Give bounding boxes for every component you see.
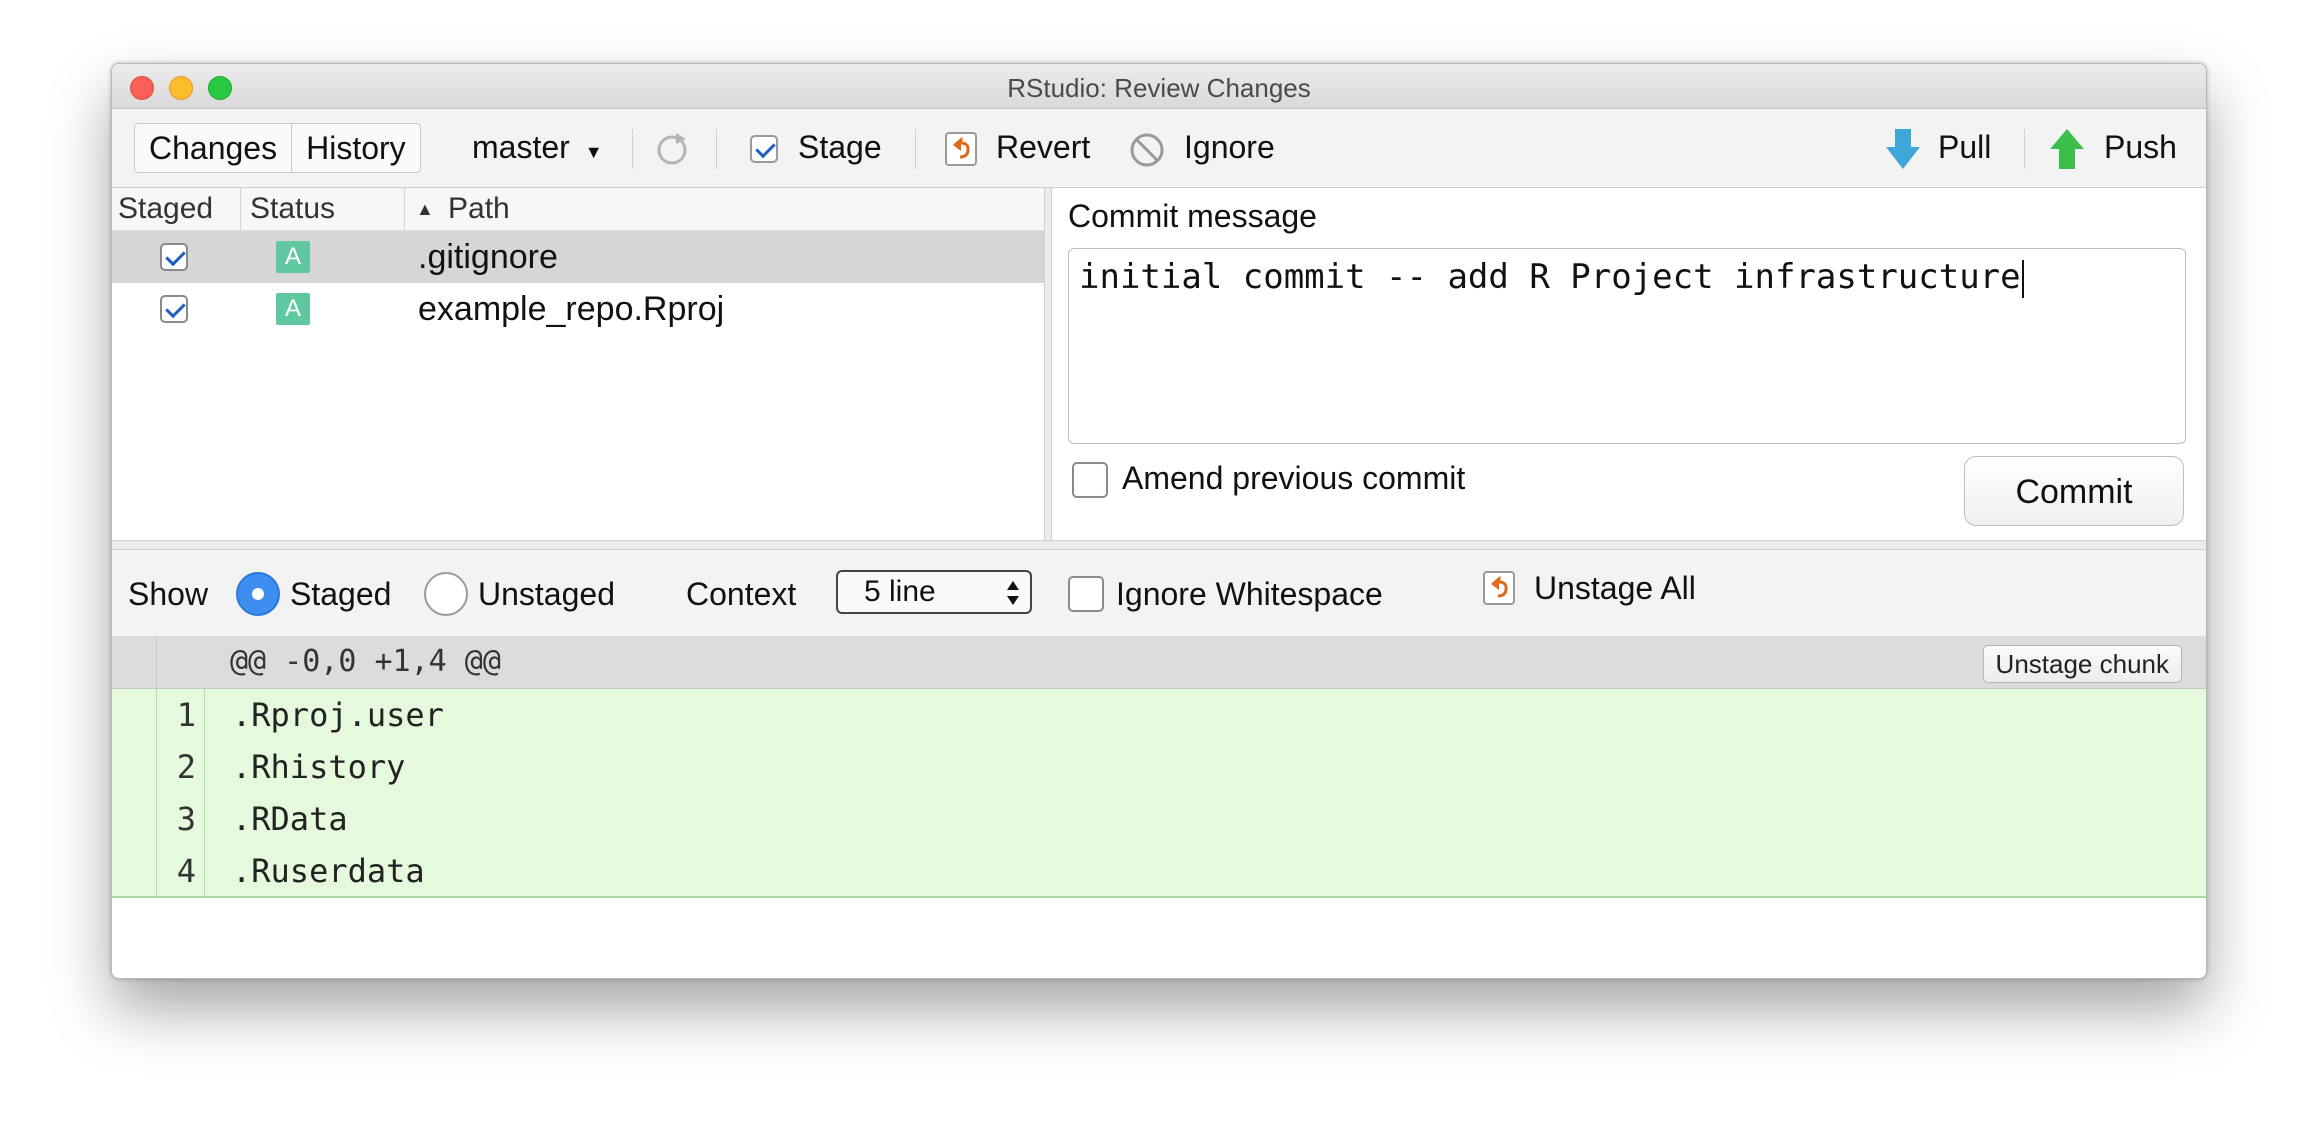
diff-gutter [112, 845, 157, 897]
stage-checkbox-icon[interactable] [750, 135, 778, 163]
vertical-splitter[interactable] [1044, 188, 1052, 540]
status-column-header[interactable]: Status [250, 188, 335, 230]
column-divider [240, 188, 241, 230]
staged-radio[interactable] [236, 572, 280, 616]
line-number: 4 [156, 845, 205, 897]
text-caret [2021, 259, 2024, 298]
file-path: .gitignore [418, 238, 558, 276]
view-tabs: Changes History [134, 123, 421, 173]
hunk-range: @@ -0,0 +1,4 @@ [230, 644, 501, 679]
ignore-whitespace-label[interactable]: Ignore Whitespace [1116, 574, 1383, 614]
show-label: Show [128, 576, 209, 612]
staged-checkbox[interactable] [160, 295, 188, 323]
diff-gutter [112, 636, 157, 688]
amend-checkbox[interactable] [1072, 462, 1108, 498]
line-number: 2 [156, 741, 205, 793]
review-changes-window: RStudio: Review Changes Changes History … [111, 63, 2207, 979]
file-row[interactable]: A example_repo.Rproj [112, 283, 1044, 335]
unstaged-radio[interactable] [424, 572, 468, 616]
horizontal-splitter[interactable] [112, 540, 2206, 550]
branch-name: master [472, 129, 570, 165]
pull-arrow-icon[interactable] [1884, 127, 1922, 171]
commit-message-input[interactable]: initial commit -- add R Project infrastr… [1068, 248, 2186, 444]
window-title: RStudio: Review Changes [1007, 73, 1311, 103]
revert-icon[interactable] [944, 131, 978, 167]
diff-gutter [112, 689, 157, 741]
diff-line[interactable]: 4 .Ruserdata [112, 845, 2206, 897]
diff-line[interactable]: 1 .Rproj.user [112, 689, 2206, 741]
line-content: .RData [232, 800, 348, 838]
unstage-chunk-button[interactable]: Unstage chunk [1982, 645, 2182, 683]
diff-gutter [112, 741, 157, 793]
push-arrow-icon[interactable] [2048, 127, 2086, 171]
unstaged-radio-label[interactable]: Unstaged [478, 574, 615, 614]
commit-message-label: Commit message [1068, 198, 1317, 234]
status-badge: A [276, 293, 310, 325]
toolbar-divider [632, 129, 633, 169]
file-list-header: Staged Status ▲ Path [112, 188, 1044, 231]
ignore-whitespace-checkbox[interactable] [1068, 576, 1104, 612]
line-number: 1 [156, 689, 205, 741]
commit-message-text: initial commit -- add R Project infrastr… [1079, 257, 2021, 297]
diff-line[interactable]: 2 .Rhistory [112, 741, 2206, 793]
ignore-button[interactable]: Ignore [1184, 123, 1275, 171]
context-label: Context [686, 576, 797, 612]
toolbar-divider [915, 129, 916, 169]
main-toolbar: Changes History master ▼ Stage Revert Ig… [112, 109, 2206, 188]
staged-checkbox[interactable] [160, 243, 188, 271]
file-row[interactable]: A .gitignore [112, 231, 1044, 283]
line-content: .Rproj.user [232, 696, 444, 734]
commit-button[interactable]: Commit [1964, 456, 2184, 526]
context-select-value: 5 line [864, 575, 936, 608]
line-content: .Rhistory [232, 748, 406, 786]
staged-radio-label[interactable]: Staged [290, 574, 391, 614]
unstage-all-icon[interactable] [1482, 570, 1516, 606]
column-divider [404, 188, 405, 230]
sort-ascending-icon: ▲ [416, 199, 434, 219]
ignore-icon[interactable] [1128, 131, 1166, 169]
stepper-arrows-icon [1007, 581, 1019, 605]
file-path: example_repo.Rproj [418, 290, 725, 328]
line-content: .Ruserdata [232, 852, 425, 890]
diff-view: @@ -0,0 +1,4 @@ Unstage chunk 1 .Rproj.u… [112, 636, 2206, 978]
hunk-header: @@ -0,0 +1,4 @@ Unstage chunk [112, 636, 2206, 689]
diff-end-border [112, 896, 2206, 898]
tab-history[interactable]: History [292, 124, 420, 172]
line-number: 3 [156, 793, 205, 845]
staged-column-header[interactable]: Staged [118, 188, 213, 230]
push-button[interactable]: Push [2104, 123, 2177, 171]
changed-files-list: Staged Status ▲ Path A .gitignore A exam… [112, 188, 1044, 540]
tab-changes[interactable]: Changes [135, 124, 293, 172]
title-bar: RStudio: Review Changes [112, 64, 2206, 109]
diff-gutter [112, 793, 157, 845]
branch-selector[interactable]: master ▼ [472, 123, 603, 176]
revert-button[interactable]: Revert [996, 123, 1090, 171]
toolbar-divider [2024, 129, 2025, 169]
context-select[interactable]: 5 line [836, 570, 1032, 614]
toolbar-divider [716, 129, 717, 169]
pull-button[interactable]: Pull [1938, 123, 1991, 171]
chevron-down-icon: ▼ [584, 142, 603, 162]
path-column-header[interactable]: Path [448, 188, 510, 230]
refresh-icon[interactable] [652, 129, 692, 169]
diff-toolbar: Show Staged Unstaged Context 5 line Igno… [112, 550, 2206, 637]
amend-label: Amend previous commit [1122, 460, 1466, 496]
unstage-all-button[interactable]: Unstage All [1534, 568, 1696, 608]
diff-line[interactable]: 3 .RData [112, 793, 2206, 845]
stage-button[interactable]: Stage [798, 123, 882, 171]
status-badge: A [276, 241, 310, 273]
commit-panel: Commit message initial commit -- add R P… [1052, 188, 2206, 540]
